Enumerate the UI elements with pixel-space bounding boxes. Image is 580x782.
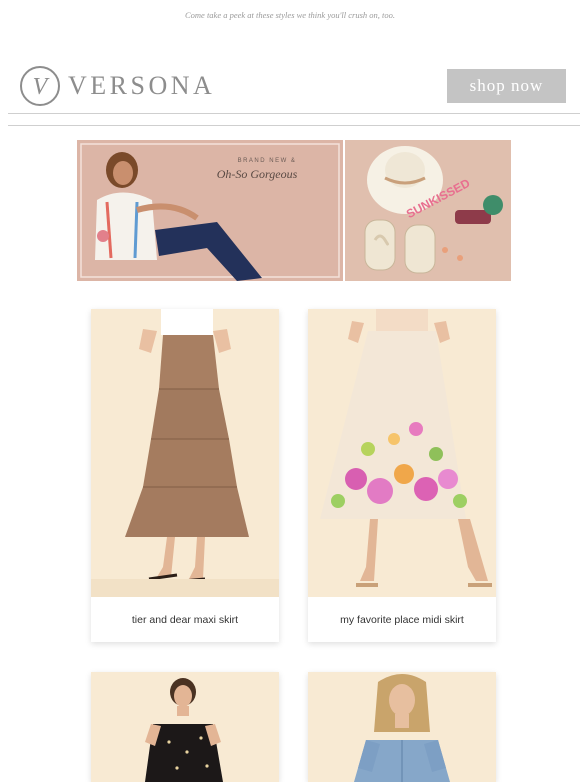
- hero-headline-script: Oh-So Gorgeous: [217, 167, 298, 181]
- product-image-maxi-skirt: [91, 309, 279, 597]
- product-card[interactable]: my favorite place midi skirt: [308, 309, 496, 642]
- product-image-black-top: [91, 672, 279, 782]
- accessories-image: SUNKISSED: [345, 140, 511, 281]
- brand-logo[interactable]: V VERSONA: [19, 63, 215, 109]
- hero-banner-accessories[interactable]: SUNKISSED: [345, 140, 511, 281]
- product-card[interactable]: tier and dear maxi skirt: [91, 309, 279, 642]
- header-divider: [8, 113, 580, 114]
- hero-headline-top: BRAND NEW &: [238, 158, 297, 164]
- product-image-midi-skirt: [308, 309, 496, 597]
- preheader-text: Come take a peek at these styles we thin…: [184, 10, 396, 20]
- shop-now-button[interactable]: shop now: [447, 69, 566, 103]
- hero-banner-new-arrivals[interactable]: BRAND NEW & Oh-So Gorgeous: [77, 140, 343, 281]
- product-name[interactable]: my favorite place midi skirt: [308, 597, 496, 642]
- product-card[interactable]: [91, 672, 279, 782]
- svg-text:V: V: [33, 74, 50, 100]
- product-name[interactable]: tier and dear maxi skirt: [91, 597, 279, 642]
- hero-banner-image: BRAND NEW & Oh-So Gorgeous: [77, 140, 343, 281]
- logo-monogram-icon: V: [20, 66, 60, 106]
- product-image-denim-top: [308, 672, 496, 782]
- header-divider-secondary: [8, 125, 580, 126]
- product-card[interactable]: [308, 672, 496, 782]
- brand-wordmark: VERSONA: [68, 71, 216, 100]
